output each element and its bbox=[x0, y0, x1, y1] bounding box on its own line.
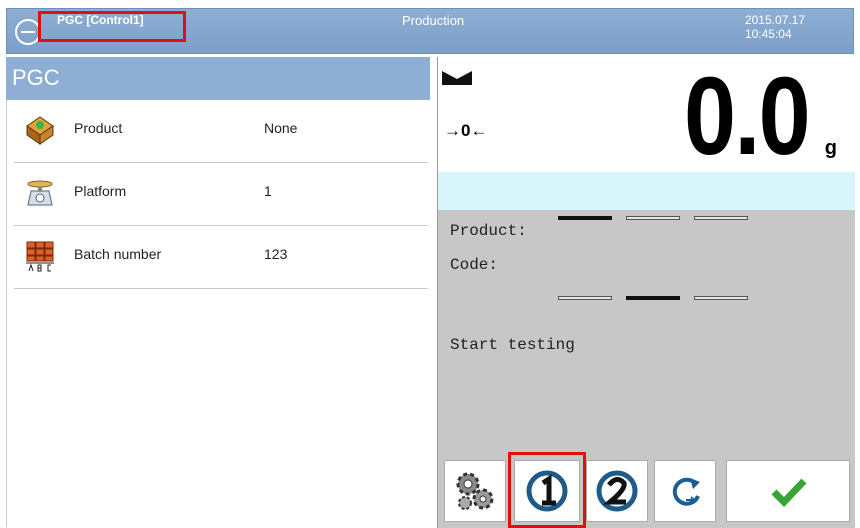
indicator-bar bbox=[694, 296, 748, 300]
list-item-platform[interactable]: Platform 1 bbox=[14, 163, 428, 226]
product-value: None bbox=[264, 120, 298, 136]
scale-platform-icon bbox=[27, 180, 53, 206]
status-message: Start testing bbox=[450, 336, 575, 354]
product-label: Product bbox=[74, 120, 123, 136]
refresh-icon bbox=[672, 477, 700, 506]
info-area: Product: Code: Start testing bbox=[437, 210, 855, 458]
batch-number-label: Batch number bbox=[74, 246, 162, 262]
batch-number-value: 123 bbox=[264, 246, 288, 262]
zero-indicator: →0← bbox=[444, 121, 488, 140]
product-field-label: Product: bbox=[450, 222, 527, 240]
platform-label: Platform bbox=[74, 183, 127, 199]
product-icon bbox=[26, 116, 54, 145]
circle-2-icon bbox=[596, 470, 638, 512]
code-field-label: Code: bbox=[450, 256, 499, 274]
stability-marker-icon bbox=[442, 71, 472, 85]
parameter-list: Product None Platform 1 Batch number 123 bbox=[6, 100, 430, 289]
settings-gears-button[interactable] bbox=[444, 460, 506, 522]
top-bar: PGC [Control1] Production 2015.07.17 10:… bbox=[6, 8, 854, 54]
indicator-bar bbox=[558, 296, 612, 300]
panel-heading: PGC bbox=[6, 57, 430, 100]
datetime: 2015.07.17 10:45:04 bbox=[745, 13, 805, 41]
indicator-bar bbox=[626, 296, 680, 300]
indicator-bar bbox=[626, 216, 680, 220]
confirm-button[interactable] bbox=[726, 460, 850, 522]
weight-unit: g bbox=[824, 137, 837, 159]
weighing-display: →0← 0.0 g bbox=[437, 55, 855, 178]
button-bar bbox=[437, 458, 855, 528]
time-text: 10:45:04 bbox=[744, 27, 792, 41]
control-2-button[interactable] bbox=[586, 460, 648, 522]
refresh-button[interactable] bbox=[654, 460, 716, 522]
batch-abc-icon bbox=[26, 241, 54, 272]
weight-value: 0.0 bbox=[684, 55, 811, 178]
bargraph-band bbox=[437, 172, 855, 210]
check-icon bbox=[771, 478, 807, 507]
button-highlight-frame bbox=[508, 452, 586, 528]
gears-icon bbox=[456, 472, 494, 510]
indicator-bar bbox=[694, 216, 748, 220]
indicator-bar bbox=[558, 216, 612, 220]
date-text: 2015.07.17 bbox=[744, 13, 805, 27]
platform-value: 1 bbox=[264, 183, 272, 199]
title-highlight-frame bbox=[38, 11, 186, 42]
working-mode: Production bbox=[402, 13, 465, 28]
list-item-product[interactable]: Product None bbox=[14, 100, 428, 163]
list-item-batch-number[interactable]: Batch number 123 bbox=[14, 226, 428, 289]
